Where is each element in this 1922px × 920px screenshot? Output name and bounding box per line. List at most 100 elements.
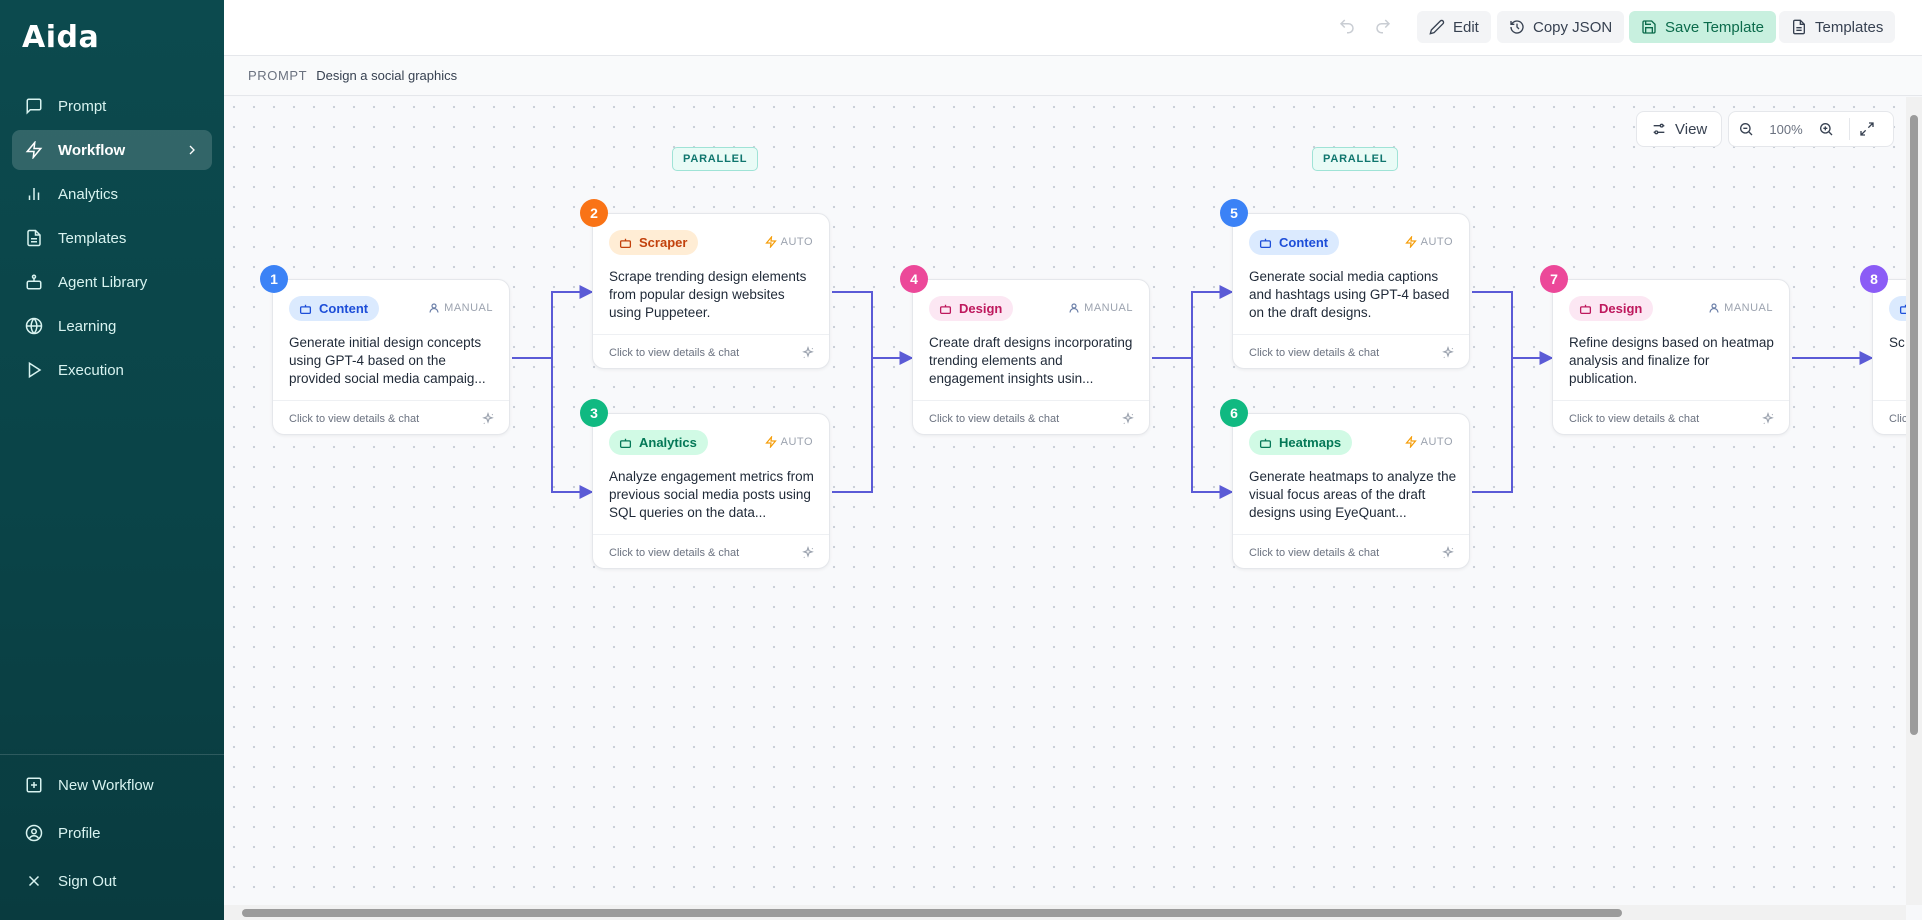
redo-icon[interactable]	[1374, 17, 1394, 37]
workflow-node-2[interactable]: Scraper AUTO Scrape trending design elem…	[592, 213, 830, 369]
workflow-node-8[interactable]: Sc de me Clic	[1872, 279, 1906, 435]
bot-icon	[939, 302, 952, 315]
profile-button[interactable]: Profile	[0, 809, 224, 857]
node-footer-text: Click to view details & chat	[929, 412, 1060, 425]
workflow-node-1[interactable]: Content MANUAL Generate initial design c…	[272, 279, 510, 435]
sidebar-item-learning[interactable]: Learning	[12, 306, 212, 346]
agent-pill: Analytics	[609, 430, 708, 455]
agent-pill: Content	[289, 296, 380, 321]
sidebar-item-workflow[interactable]: Workflow	[12, 130, 212, 170]
step-number-badge: 1	[260, 265, 288, 293]
play-icon	[24, 360, 44, 380]
user-icon	[1068, 302, 1080, 314]
sparkle-icon	[801, 546, 815, 560]
workflow-canvas[interactable]: View 100% PARALLEL PARALLEL Content MANU…	[224, 97, 1906, 905]
node-footer: Click to view details & chat	[273, 400, 509, 436]
agent-name: Analytics	[639, 435, 697, 450]
sidebar-item-prompt[interactable]: Prompt	[12, 86, 212, 126]
edit-button[interactable]: Edit	[1417, 11, 1491, 43]
save-icon	[1641, 19, 1657, 35]
parallel-label: PARALLEL	[1312, 147, 1399, 171]
agent-pill: Content	[1249, 230, 1340, 255]
sliders-icon	[1651, 121, 1667, 137]
sparkle-icon	[481, 412, 495, 426]
pencil-icon	[1429, 19, 1445, 35]
sidebar-item-label: Prompt	[58, 97, 107, 115]
sidebar-item-label: Execution	[58, 361, 124, 379]
agent-name: Design	[1599, 301, 1643, 316]
new-workflow-button[interactable]: New Workflow	[0, 761, 224, 809]
bot-icon	[299, 302, 312, 315]
sidebar-item-agent-library[interactable]: Agent Library	[12, 262, 212, 302]
zoom-controls: 100%	[1728, 111, 1894, 147]
copy-json-button[interactable]: Copy JSON	[1497, 11, 1625, 43]
user-circle-icon	[24, 823, 44, 843]
sidebar-item-execution[interactable]: Execution	[12, 350, 212, 390]
chevron-right-icon	[184, 142, 200, 158]
zoom-in-icon[interactable]	[1809, 112, 1843, 146]
mode-label: AUTO	[1404, 236, 1453, 248]
node-footer: Click to view details & chat	[593, 534, 829, 570]
sidebar-item-label: Agent Library	[58, 273, 148, 291]
bot-icon	[1259, 436, 1272, 449]
vertical-scrollbar[interactable]	[1906, 97, 1922, 905]
view-label: View	[1675, 120, 1708, 138]
node-footer: Click to view details & chat	[1233, 334, 1469, 370]
save-template-button[interactable]: Save Template	[1629, 11, 1776, 43]
step-number-badge: 7	[1540, 265, 1568, 293]
agent-pill: Design	[1569, 296, 1654, 321]
scroll-thumb[interactable]	[1910, 115, 1918, 735]
workflow-node-4[interactable]: Design MANUAL Create draft designs incor…	[912, 279, 1150, 435]
node-description: Generate social media captions and hasht…	[1249, 269, 1450, 320]
file-text-icon	[24, 228, 44, 248]
workflow-node-3[interactable]: Analytics AUTO Analyze engagement metric…	[592, 413, 830, 569]
zoom-out-icon[interactable]	[1729, 112, 1763, 146]
node-description: Create draft designs incorporating trend…	[929, 335, 1133, 386]
lightning-icon	[1404, 236, 1417, 248]
sidebar-item-templates[interactable]: Templates	[12, 218, 212, 258]
copy-json-label: Copy JSON	[1533, 18, 1613, 36]
app-logo: Aida	[22, 20, 100, 55]
lightning-icon	[24, 140, 44, 160]
bot-icon	[1899, 302, 1906, 315]
horizontal-scrollbar[interactable]	[224, 905, 1906, 920]
sparkle-icon	[801, 346, 815, 360]
node-description: Refine designs based on heatmap analysis…	[1569, 335, 1774, 386]
agent-pill: Scraper	[609, 230, 699, 255]
fullscreen-icon[interactable]	[1850, 112, 1884, 146]
prompt-value: Design a social graphics	[316, 68, 458, 83]
edit-label: Edit	[1453, 18, 1479, 36]
top-toolbar: Edit Copy JSON Save Template Templates	[224, 0, 1922, 56]
sidebar-item-label: Learning	[58, 317, 117, 335]
agent-pill: Design	[929, 296, 1014, 321]
node-footer-text: Click to view details & chat	[1249, 346, 1380, 359]
history-icon	[1509, 19, 1525, 35]
undo-icon[interactable]	[1338, 17, 1358, 37]
templates-button[interactable]: Templates	[1779, 11, 1896, 43]
agent-pill	[1889, 296, 1906, 321]
step-number-badge: 5	[1220, 199, 1248, 227]
prompt-bar: PROMPT Design a social graphics	[224, 56, 1922, 96]
workflow-node-5[interactable]: Content AUTO Generate social media capti…	[1232, 213, 1470, 369]
step-number-badge: 8	[1860, 265, 1888, 293]
sidebar-item-analytics[interactable]: Analytics	[12, 174, 212, 214]
workflow-node-7[interactable]: Design MANUAL Refine designs based on he…	[1552, 279, 1790, 435]
sign-out-button[interactable]: Sign Out	[0, 857, 224, 905]
agent-name: Content	[1279, 235, 1329, 250]
connector-lines	[512, 285, 1874, 499]
agent-name: Content	[319, 301, 369, 316]
step-number-badge: 6	[1220, 399, 1248, 427]
node-footer: Click to view details & chat	[913, 400, 1149, 436]
sidebar-item-label: Analytics	[58, 185, 119, 203]
scroll-thumb[interactable]	[242, 909, 1622, 917]
node-footer-text: Click to view details & chat	[289, 412, 420, 425]
node-description: Analyze engagement metrics from previous…	[609, 469, 814, 520]
lightning-icon	[764, 236, 777, 248]
mode-text: MANUAL	[1724, 302, 1773, 314]
view-button[interactable]: View	[1636, 111, 1723, 147]
bot-icon	[619, 436, 632, 449]
prompt-label: PROMPT	[248, 68, 308, 83]
mode-label: AUTO	[1404, 436, 1453, 448]
workflow-node-6[interactable]: Heatmaps AUTO Generate heatmaps to analy…	[1232, 413, 1470, 569]
file-text-icon	[1791, 19, 1807, 35]
